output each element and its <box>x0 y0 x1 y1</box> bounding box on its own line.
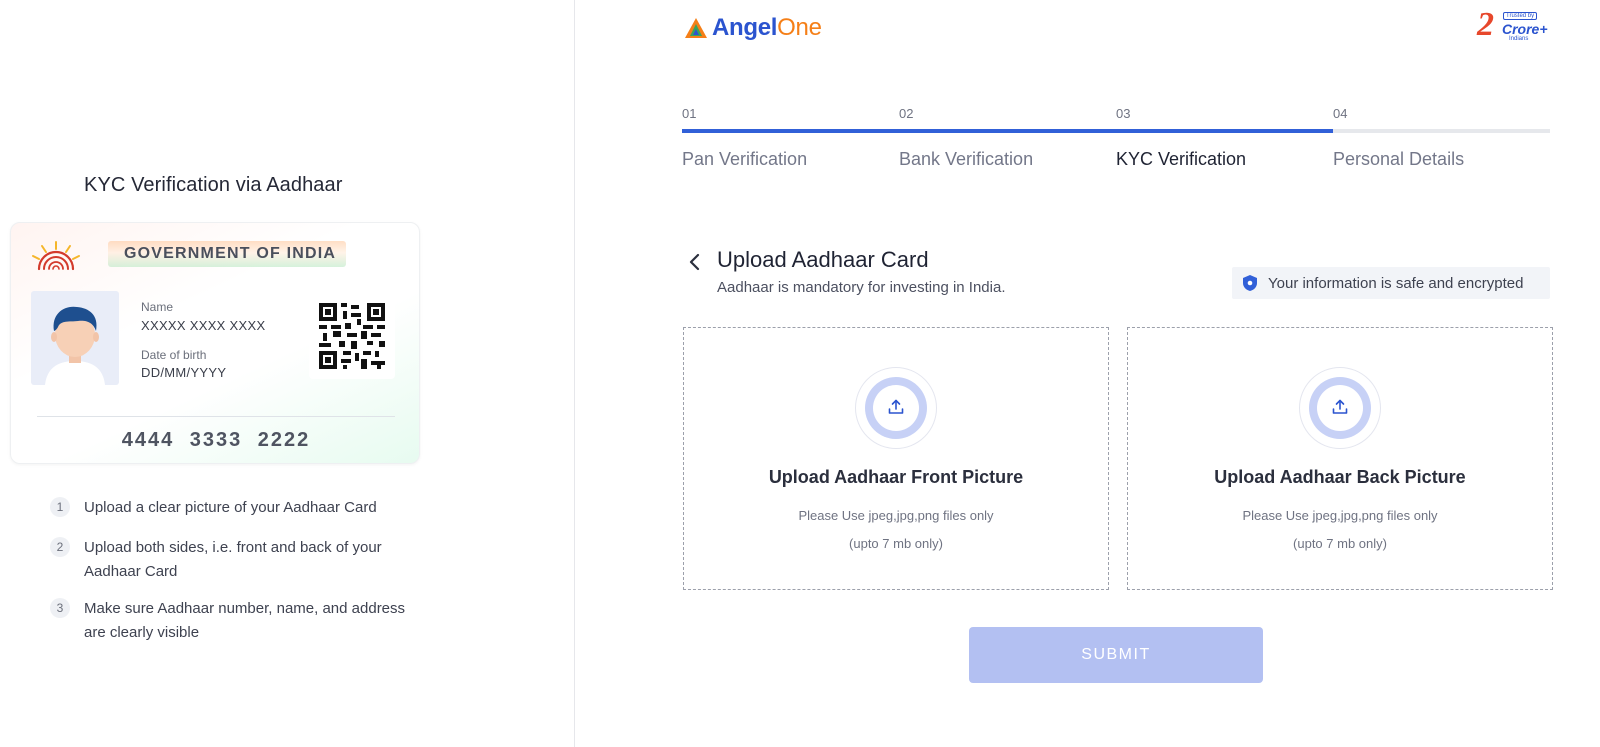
progress-stepper: 01 Pan Verification 02 Bank Verification… <box>682 106 1550 186</box>
badge-indians-text: Indians <box>1509 36 1529 42</box>
step-progress-bar <box>682 129 899 133</box>
page-subtitle: Aadhaar is mandatory for investing in In… <box>717 279 1006 296</box>
step-label: KYC Verification <box>1116 149 1247 169</box>
step-number: 04 <box>1333 106 1348 121</box>
instruction-text: Upload a clear picture of your Aadhaar C… <box>84 499 377 516</box>
back-chevron-icon[interactable] <box>686 250 704 274</box>
step-personal-details: 04 Personal Details <box>1333 106 1550 170</box>
logo-text-secondary: One <box>777 14 822 41</box>
card-dob-value: DD/MM/YYYY <box>141 365 227 380</box>
upload-icon-inner <box>873 385 919 431</box>
upload-front-title: Upload Aadhaar Front Picture <box>768 467 1024 487</box>
badge-crore-text: Crore+ <box>1502 21 1548 37</box>
aadhaar-sample-card: GOVERNMENT OF INDIA Name XXXXX XXXX XXXX… <box>10 222 420 464</box>
upload-back-size: (upto 7 mb only) <box>1293 536 1387 551</box>
upload-back-hint: Please Use jpeg,jpg,png files only <box>1242 508 1438 523</box>
instruction-number: 3 <box>50 598 70 618</box>
instruction-text: Upload both sides, i.e. front and back o… <box>84 539 382 580</box>
step-label: Personal Details <box>1333 149 1465 169</box>
step-number: 02 <box>899 106 914 121</box>
card-aadhaar-number: 4444 3333 2222 <box>121 429 311 451</box>
security-notice: Your information is safe and encrypted <box>1232 267 1550 299</box>
upload-back-dropzone[interactable]: Upload Aadhaar Back Picture Please Use j… <box>1127 327 1553 590</box>
step-kyc-verification: 03 KYC Verification <box>1116 106 1333 170</box>
step-bank-verification: 02 Bank Verification <box>899 106 1116 170</box>
step-label: Bank Verification <box>899 149 1034 169</box>
step-progress-bar <box>899 129 1116 133</box>
step-number: 03 <box>1116 106 1131 121</box>
step-number: 01 <box>682 106 697 121</box>
angelone-logo[interactable]: Angel One <box>684 12 822 44</box>
card-name-label: Name <box>141 300 174 314</box>
step-label: Pan Verification <box>682 149 808 169</box>
submit-button[interactable]: SUBMIT <box>969 627 1263 683</box>
page-title: Upload Aadhaar Card <box>717 247 929 272</box>
shield-icon <box>1243 275 1257 291</box>
upload-icon-inner <box>1317 385 1363 431</box>
upload-icon-container <box>855 367 937 449</box>
qr-code-icon <box>319 303 385 369</box>
upload-icon-ring <box>1309 377 1371 439</box>
upload-front-hint: Please Use jpeg,jpg,png files only <box>798 508 994 523</box>
badge-number: 2 <box>1477 6 1494 43</box>
step-progress-bar <box>1333 129 1550 133</box>
upload-front-size: (upto 7 mb only) <box>849 536 943 551</box>
card-name-value: XXXXX XXXX XXXX <box>141 318 266 333</box>
card-qr-container <box>309 295 395 379</box>
angelone-logo-icon <box>685 18 707 38</box>
upload-back-title: Upload Aadhaar Back Picture <box>1214 467 1466 487</box>
card-government-text: GOVERNMENT OF INDIA <box>124 245 337 262</box>
trust-badge: 2 Trusted by Crore+ Indians <box>1477 6 1548 44</box>
upload-icon-container <box>1299 367 1381 449</box>
step-progress-bar <box>1116 129 1333 133</box>
step-pan-verification: 01 Pan Verification <box>682 106 899 170</box>
upload-icon <box>888 399 904 414</box>
logo-text-primary: Angel <box>712 14 778 41</box>
upload-front-dropzone[interactable]: Upload Aadhaar Front Picture Please Use … <box>683 327 1109 590</box>
instruction-number: 2 <box>50 537 70 557</box>
card-dob-label: Date of birth <box>141 348 207 362</box>
instruction-number: 1 <box>50 497 70 517</box>
card-divider <box>37 416 395 417</box>
upload-icon-ring <box>865 377 927 439</box>
security-notice-text: Your information is safe and encrypted <box>1268 274 1524 292</box>
badge-trusted-text: Trusted by <box>1503 12 1538 20</box>
person-avatar-icon <box>45 306 105 385</box>
left-panel-title: KYC Verification via Aadhaar <box>84 174 343 196</box>
instruction-text: Make sure Aadhaar number, name, and addr… <box>84 600 406 641</box>
aadhaar-emblem-icon <box>32 241 80 271</box>
upload-icon <box>1332 399 1348 414</box>
card-avatar <box>31 291 119 385</box>
left-info-panel: KYC Verification via Aadhaar GOVERNMENT … <box>0 0 575 747</box>
